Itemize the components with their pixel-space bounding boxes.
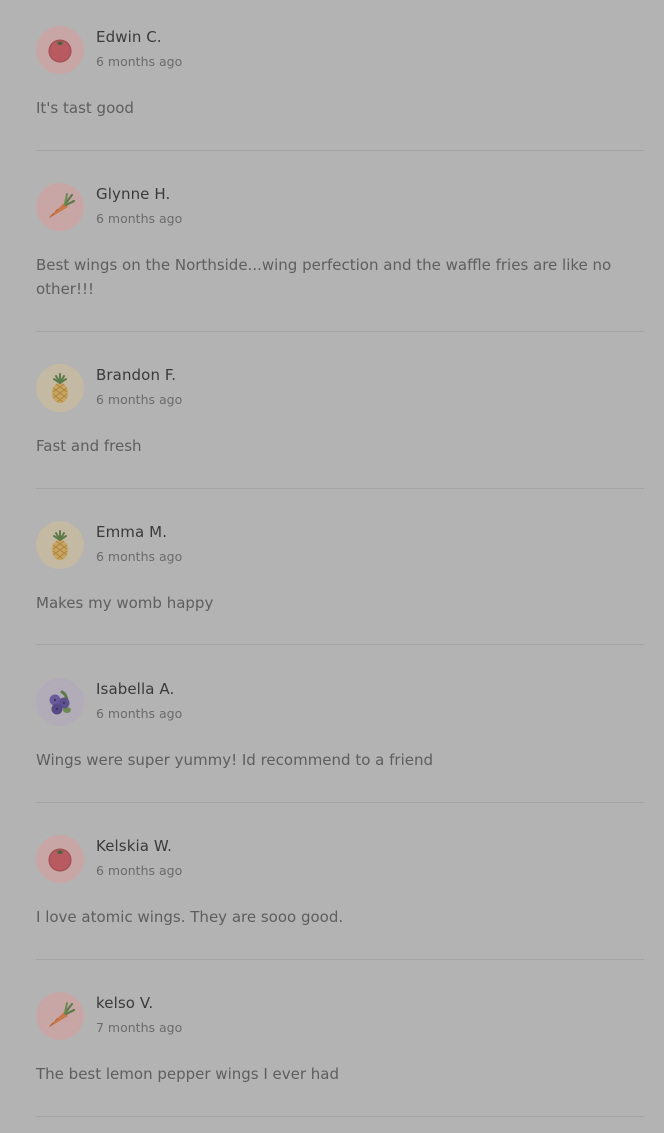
- review-text: It's tast good: [36, 99, 134, 117]
- blueberry-icon: [49, 690, 71, 715]
- review-time: 7 months ago: [96, 1020, 183, 1035]
- review-text: Makes my womb happy: [36, 594, 214, 612]
- divider: [36, 1116, 644, 1117]
- reviews-list: Edwin C. 6 months ago It's tast good Gly…: [0, 0, 664, 1133]
- divider: [36, 331, 644, 332]
- review-time: 6 months ago: [96, 211, 183, 226]
- avatar: [36, 521, 84, 569]
- review-time: 6 months ago: [96, 706, 183, 721]
- review-text: Best wings on the Northside...wing perfe…: [36, 256, 612, 298]
- avatar: [36, 835, 84, 883]
- avatar: [36, 678, 84, 726]
- reviewer-name: Emma M.: [96, 523, 168, 541]
- reviewer-name: Kelskia W.: [96, 837, 172, 855]
- avatar: [36, 26, 84, 74]
- reviewer-name: Isabella A.: [96, 680, 175, 698]
- reviewer-name: Glynne H.: [96, 185, 171, 203]
- review-text: I love atomic wings. They are sooo good.: [36, 908, 344, 926]
- divider: [36, 150, 644, 151]
- review-text: The best lemon pepper wings I ever had: [36, 1065, 340, 1083]
- reviewer-name: Brandon F.: [96, 366, 177, 384]
- avatar: [36, 183, 84, 231]
- review-time: 6 months ago: [96, 392, 183, 407]
- review-text: Wings were super yummy! Id recommend to …: [36, 751, 433, 769]
- pineapple-icon: [52, 530, 68, 560]
- carrot-icon: [48, 1002, 76, 1028]
- avatar: [36, 992, 84, 1040]
- divider: [36, 959, 644, 960]
- review-time: 6 months ago: [96, 863, 183, 878]
- pineapple-icon: [52, 373, 68, 403]
- review-text: Fast and fresh: [36, 437, 142, 455]
- tomato-icon: [48, 848, 72, 872]
- tomato-icon: [48, 39, 72, 63]
- divider: [36, 488, 644, 489]
- review-time: 6 months ago: [96, 54, 183, 69]
- reviewer-name: Edwin C.: [96, 28, 162, 46]
- reviewer-name: kelso V.: [96, 994, 154, 1012]
- carrot-icon: [48, 193, 76, 219]
- review-time: 6 months ago: [96, 549, 183, 564]
- divider: [36, 802, 644, 803]
- avatar: [36, 364, 84, 412]
- divider: [36, 644, 644, 645]
